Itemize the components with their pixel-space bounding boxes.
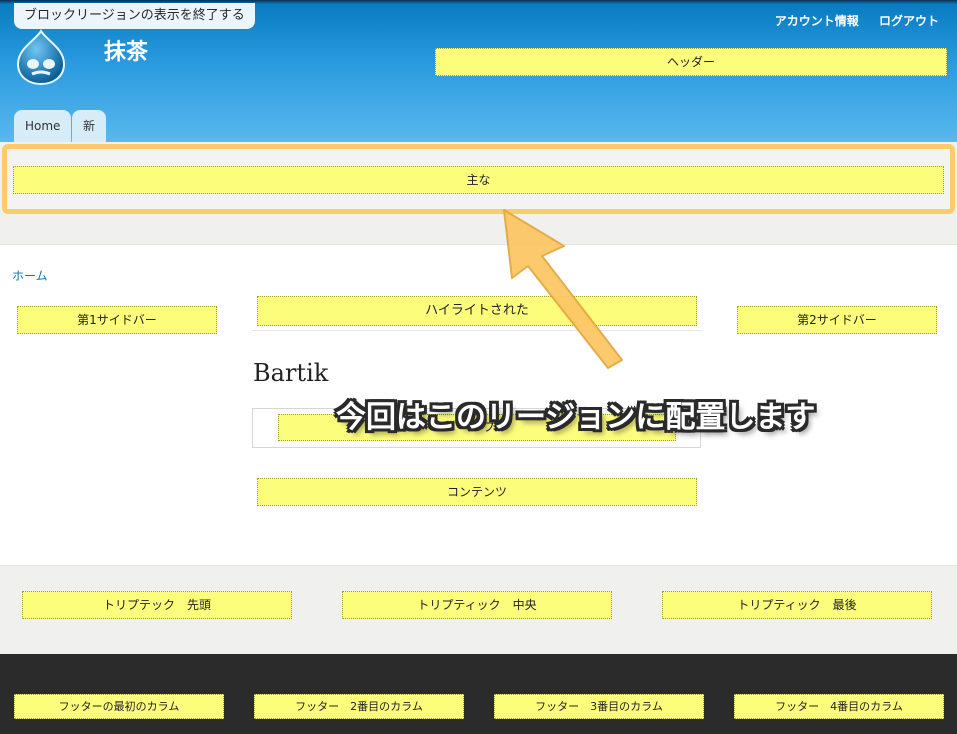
annotation-callout: 今回はこのリージョンに配置します bbox=[336, 400, 816, 435]
secondary-menu: アカウント情報 ログアウト bbox=[759, 12, 939, 29]
region-triptych-first: トリプテック 先頭 bbox=[22, 591, 292, 619]
region-footer-second: フッター 2番目のカラム bbox=[254, 694, 464, 719]
breadcrumb-home-link[interactable]: ホーム bbox=[12, 267, 48, 284]
logout-link[interactable]: ログアウト bbox=[879, 14, 939, 28]
region-triptych-middle: トリプティック 中央 bbox=[342, 591, 612, 619]
region-triptych-last: トリプティック 最後 bbox=[662, 591, 932, 619]
exit-block-demo-link[interactable]: ブロックリージョンの表示を終了する bbox=[14, 3, 255, 29]
annotation-arrow-icon bbox=[503, 209, 623, 369]
region-sidebar-second: 第2サイドバー bbox=[737, 306, 937, 334]
region-footer-first: フッターの最初のカラム bbox=[14, 694, 224, 719]
region-highlighted: ハイライトされた bbox=[257, 296, 697, 326]
region-header: ヘッダー bbox=[435, 48, 947, 76]
site-name[interactable]: 抹茶 bbox=[104, 34, 148, 66]
drupal-logo-icon[interactable] bbox=[12, 28, 70, 86]
highlighted-divider bbox=[252, 330, 702, 331]
region-content: コンテンツ bbox=[257, 478, 697, 506]
account-link[interactable]: アカウント情報 bbox=[775, 14, 859, 28]
tab-news[interactable]: 新着情報 bbox=[72, 110, 107, 229]
region-sidebar-first: 第1サイドバー bbox=[17, 306, 217, 334]
region-featured: 主な bbox=[13, 166, 944, 194]
tab-home[interactable]: Home bbox=[14, 110, 72, 142]
region-footer-fourth: フッター 4番目のカラム bbox=[734, 694, 944, 719]
region-footer-third: フッター 3番目のカラム bbox=[494, 694, 704, 719]
page-title: Bartik bbox=[253, 359, 329, 387]
